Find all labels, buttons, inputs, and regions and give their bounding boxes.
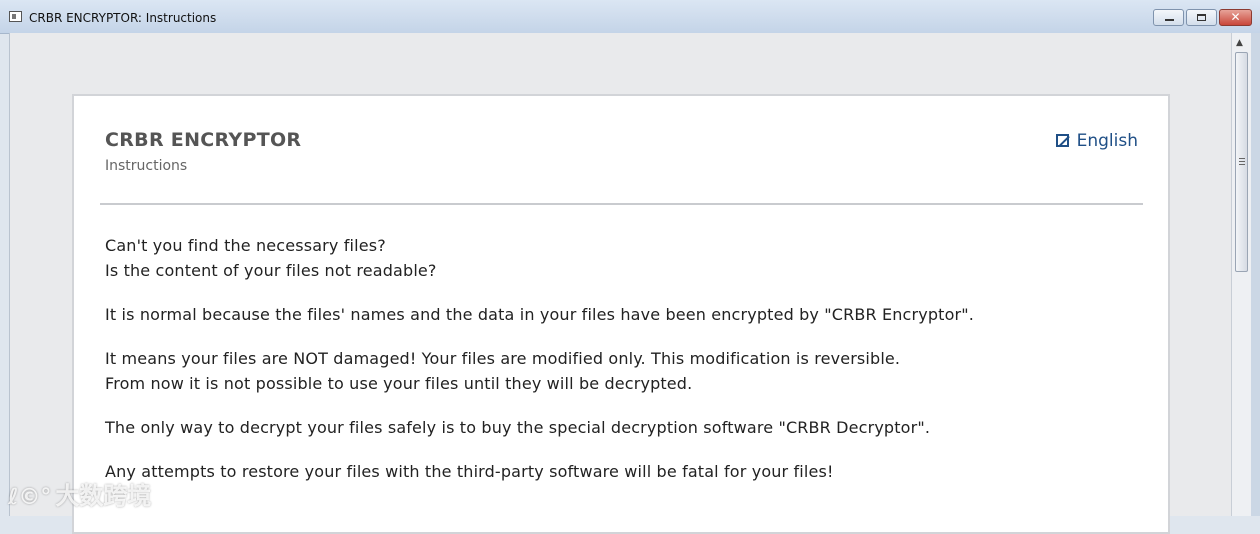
scroll-up-arrow-icon[interactable]: ▲ [1236,37,1243,49]
instructions-panel: CRBR ENCRYPTOR Instructions English Can'… [72,94,1170,534]
brand-title: CRBR ENCRYPTOR [105,129,302,151]
watermark-logo: ℓ©° [8,485,52,510]
application-window: CRBR ENCRYPTOR: Instructions ✕ CRBR ENCR… [0,0,1260,534]
header-divider [100,203,1143,205]
paragraph-decryptor: The only way to decrypt your files safel… [105,418,931,437]
content-area: CRBR ENCRYPTOR Instructions English Can'… [9,33,1232,534]
window-title: CRBR ENCRYPTOR: Instructions [29,11,217,25]
close-button[interactable]: ✕ [1219,9,1252,26]
window-frame-edge [1251,33,1260,516]
watermark: ℓ©° 大数跨境 [8,476,151,511]
scroll-thumb[interactable] [1235,52,1248,272]
paragraph-line: It means your files are NOT damaged! You… [105,349,901,368]
language-label: English [1076,131,1138,151]
external-link-icon [1055,134,1069,147]
paragraph-line: Is the content of your files not readabl… [105,261,437,280]
page-subtitle: Instructions [105,158,188,174]
grip-icon [1239,158,1245,166]
paragraph-encrypted: It is normal because the files' names an… [105,305,974,324]
app-window-icon[interactable] [9,11,22,22]
paragraph-not-damaged: It means your files are NOT damaged! You… [105,346,900,396]
title-bar[interactable]: CRBR ENCRYPTOR: Instructions ✕ [0,0,1260,34]
paragraph-missing-files: Can't you find the necessary files? Is t… [105,233,437,283]
maximize-icon [1197,14,1206,21]
maximize-button[interactable] [1186,9,1217,26]
paragraph-warning: Any attempts to restore your files with … [105,462,834,481]
paragraph-line: From now it is not possible to use your … [105,374,693,393]
minimize-button[interactable] [1153,9,1184,26]
minimize-icon [1165,19,1174,21]
close-icon: ✕ [1230,10,1241,24]
language-link[interactable]: English [1055,131,1138,151]
paragraph-line: Can't you find the necessary files? [105,236,386,255]
watermark-text: 大数跨境 [55,482,152,510]
vertical-scrollbar[interactable]: ▲ [1231,33,1252,516]
